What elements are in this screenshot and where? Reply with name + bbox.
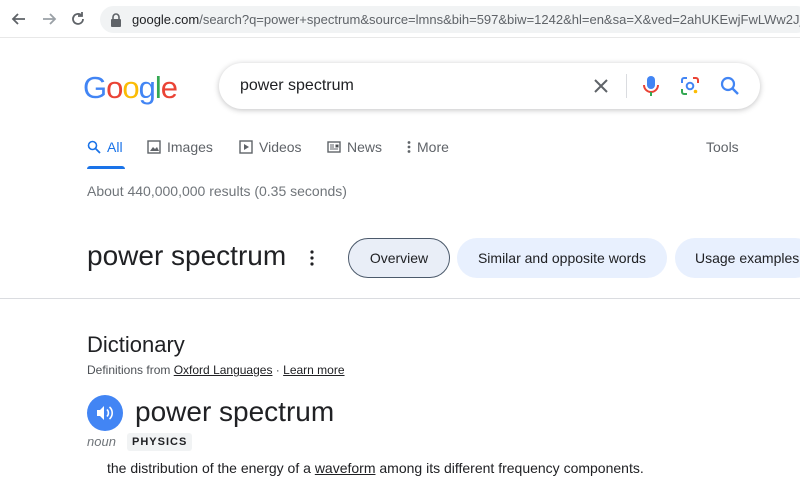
more-vert-icon bbox=[407, 141, 411, 153]
oxford-languages-link[interactable]: Oxford Languages bbox=[174, 363, 273, 377]
chip-similar-words[interactable]: Similar and opposite words bbox=[457, 238, 667, 278]
active-tab-indicator bbox=[87, 166, 125, 169]
image-icon bbox=[147, 140, 161, 154]
part-of-speech: noun bbox=[87, 434, 116, 449]
logo-letter: o bbox=[106, 70, 123, 105]
tab-news[interactable]: News bbox=[327, 139, 382, 155]
clear-icon[interactable] bbox=[589, 74, 613, 98]
definition-before: the distribution of the energy of a bbox=[107, 460, 315, 476]
source-prefix: Definitions from bbox=[87, 363, 171, 377]
logo-letter: e bbox=[160, 70, 178, 105]
url-host: google.com bbox=[132, 12, 200, 27]
tab-videos[interactable]: Videos bbox=[239, 139, 302, 155]
search-box[interactable]: power spectrum bbox=[219, 63, 760, 109]
microphone-icon[interactable] bbox=[639, 74, 663, 98]
dictionary-source: Definitions from Oxford Languages · Lear… bbox=[87, 363, 345, 377]
logo-letter: o bbox=[122, 70, 139, 105]
source-separator: · bbox=[272, 363, 284, 377]
back-arrow-icon[interactable] bbox=[8, 8, 30, 30]
tab-label: More bbox=[417, 139, 449, 155]
definition-after: among its different frequency components… bbox=[375, 460, 644, 476]
search-icon[interactable] bbox=[718, 74, 742, 98]
chip-usage-examples[interactable]: Usage examples bbox=[675, 238, 800, 278]
browser-toolbar: google.com/search?q=power+spectrum&sourc… bbox=[0, 0, 800, 38]
speaker-icon bbox=[97, 406, 114, 420]
tab-label: Images bbox=[167, 139, 213, 155]
divider bbox=[0, 298, 800, 299]
logo-letter: G bbox=[83, 70, 107, 105]
lens-camera-icon[interactable] bbox=[678, 74, 702, 98]
learn-more-link[interactable]: Learn more bbox=[283, 363, 344, 377]
logo-letter: g bbox=[138, 70, 156, 105]
google-logo[interactable]: Google bbox=[83, 70, 178, 106]
chip-overview[interactable]: Overview bbox=[348, 238, 450, 278]
tools-button[interactable]: Tools bbox=[706, 139, 739, 155]
definition-text: the distribution of the energy of a wave… bbox=[107, 460, 644, 476]
forward-arrow-icon[interactable] bbox=[38, 8, 60, 30]
tab-label: Videos bbox=[259, 139, 302, 155]
tab-more[interactable]: More bbox=[407, 139, 449, 155]
tab-images[interactable]: Images bbox=[147, 139, 213, 155]
search-input[interactable]: power spectrum bbox=[240, 77, 354, 95]
news-icon bbox=[327, 141, 341, 153]
domain-badge: PHYSICS bbox=[127, 433, 193, 451]
tab-label: News bbox=[347, 139, 383, 155]
tab-label: All bbox=[107, 139, 123, 155]
search-icon bbox=[87, 140, 101, 154]
pronunciation-speaker-button[interactable] bbox=[87, 395, 123, 431]
address-bar[interactable]: google.com/search?q=power+spectrum&sourc… bbox=[100, 6, 800, 33]
video-icon bbox=[239, 140, 253, 154]
tab-all[interactable]: All bbox=[87, 139, 123, 155]
dictionary-heading: Dictionary bbox=[87, 332, 185, 357]
result-stats: About 440,000,000 results (0.35 seconds) bbox=[87, 183, 347, 199]
reload-icon[interactable] bbox=[67, 8, 89, 30]
url-path: /search?q=power+spectrum&source=lmns&bih… bbox=[199, 12, 800, 27]
lock-icon bbox=[111, 12, 121, 27]
headword: power spectrum bbox=[135, 396, 335, 427]
knowledge-title: power spectrum bbox=[87, 240, 287, 271]
more-options-icon[interactable] bbox=[306, 249, 318, 267]
waveform-link[interactable]: waveform bbox=[315, 460, 376, 476]
search-divider bbox=[626, 74, 627, 98]
